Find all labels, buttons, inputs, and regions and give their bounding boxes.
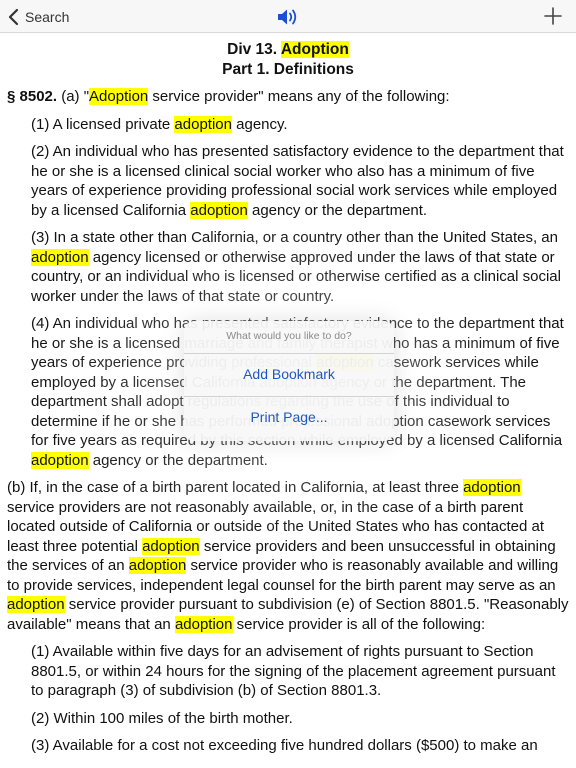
subsection-item: (3) In a state other than California, or… [31, 229, 561, 305]
subsection-item: (2) An individual who has presented sati… [31, 143, 564, 219]
search-highlight: adoption [190, 201, 248, 219]
search-highlight: adoption [7, 596, 65, 613]
search-highlight: adoption [142, 537, 200, 555]
add-button[interactable] [544, 7, 562, 25]
navigation-bar: Search [0, 0, 576, 33]
search-highlight: adoption [31, 451, 89, 469]
search-highlight: Adoption [280, 41, 349, 58]
search-highlight: adoption [463, 479, 521, 496]
action-popover: What would you like to do? Add Bookmark … [184, 321, 394, 441]
search-highlight: adoption [128, 557, 187, 574]
part-title: Part 1. Definitions [222, 61, 354, 78]
audio-button[interactable] [276, 6, 300, 28]
subsection-item: (2) Within 100 miles of the birth mother… [31, 709, 293, 727]
subsection-item: (1) Available within five days for an ad… [31, 643, 556, 699]
subsection-item: (3) Available for a cost not exceeding f… [31, 737, 538, 754]
popover-divider [184, 396, 394, 397]
search-highlight: adoption [174, 615, 233, 633]
division-title: Div 13. Adoption [227, 41, 349, 58]
popover-divider [184, 353, 394, 354]
speaker-icon [278, 9, 297, 25]
search-highlight: Adoption [89, 88, 149, 105]
back-button-label: Search [25, 9, 70, 25]
chevron-left-icon [8, 8, 19, 26]
search-highlight: adoption [31, 248, 89, 266]
add-bookmark-button[interactable]: Add Bookmark [184, 366, 394, 382]
plus-icon [544, 7, 562, 25]
popover-title: What would you like to do? [226, 330, 352, 342]
subsection-item: (1) A licensed private adoption agency. [31, 115, 288, 133]
section-number: § 8502. [7, 88, 58, 105]
search-highlight: adoption [174, 115, 232, 133]
subsection-b: (b) If, in the case of a birth parent lo… [7, 479, 569, 633]
section-intro: § 8502. (a) "Adoption service provider" … [7, 88, 450, 105]
back-button[interactable]: Search [8, 6, 69, 28]
print-page-button[interactable]: Print Page... [184, 409, 394, 425]
